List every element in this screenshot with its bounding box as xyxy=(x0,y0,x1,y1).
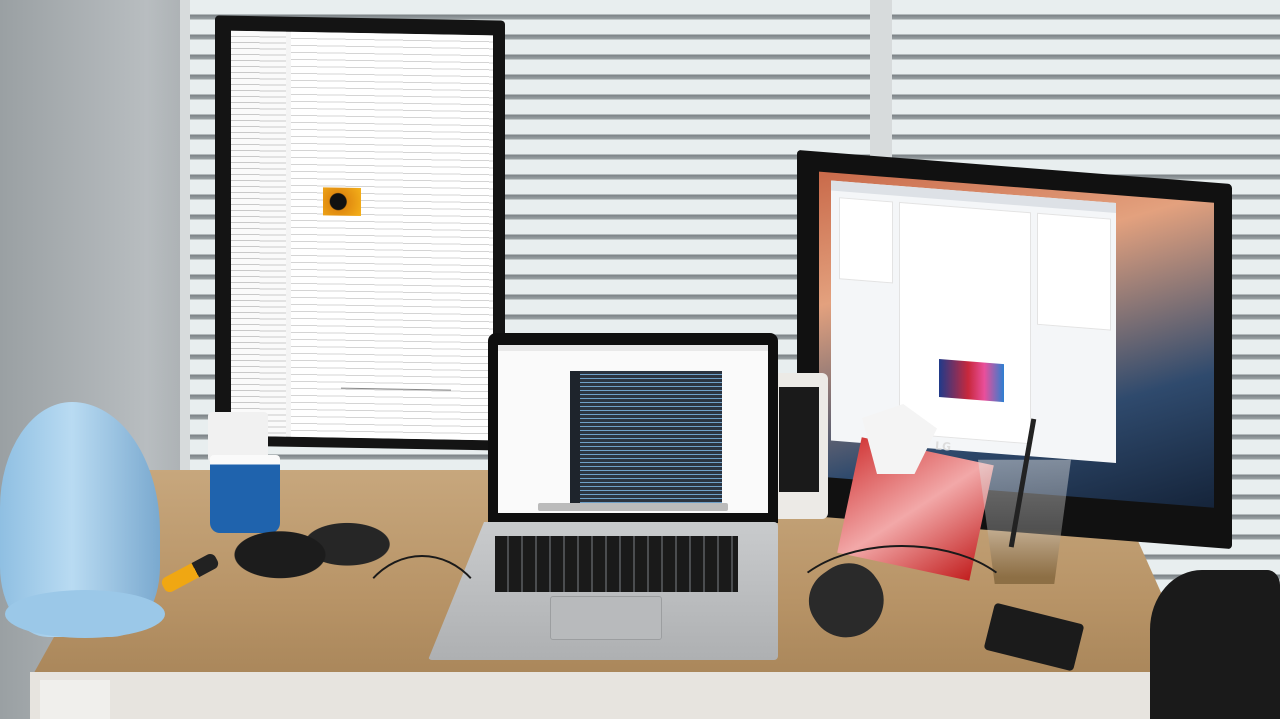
map-image xyxy=(939,359,1004,403)
chair xyxy=(1150,570,1280,719)
fractal-figure xyxy=(323,187,361,217)
desk-leg xyxy=(40,680,110,719)
keyboard xyxy=(495,536,738,592)
suggestions-panel xyxy=(1037,212,1111,331)
menu-bar xyxy=(498,345,768,351)
dock xyxy=(538,503,728,511)
trackpad xyxy=(550,596,662,640)
document-sidebar xyxy=(231,30,286,437)
desk-edge xyxy=(30,672,1200,719)
profile-card xyxy=(839,197,893,284)
laptop-screen xyxy=(498,345,768,513)
laptop-lid xyxy=(488,333,778,523)
cable xyxy=(780,545,1024,689)
editor-gutter xyxy=(570,371,580,503)
tablet-screen xyxy=(779,387,819,492)
cable xyxy=(350,555,494,719)
kettle-base xyxy=(5,590,165,638)
tablet xyxy=(773,373,828,519)
handwriting-figure xyxy=(341,352,451,391)
vertical-monitor xyxy=(215,15,505,451)
lg-logo: LG xyxy=(934,439,952,454)
code-editor xyxy=(580,371,722,503)
photo-scene: LG xyxy=(0,0,1280,719)
vertical-monitor-screen xyxy=(231,30,493,441)
feed-column xyxy=(899,201,1031,445)
